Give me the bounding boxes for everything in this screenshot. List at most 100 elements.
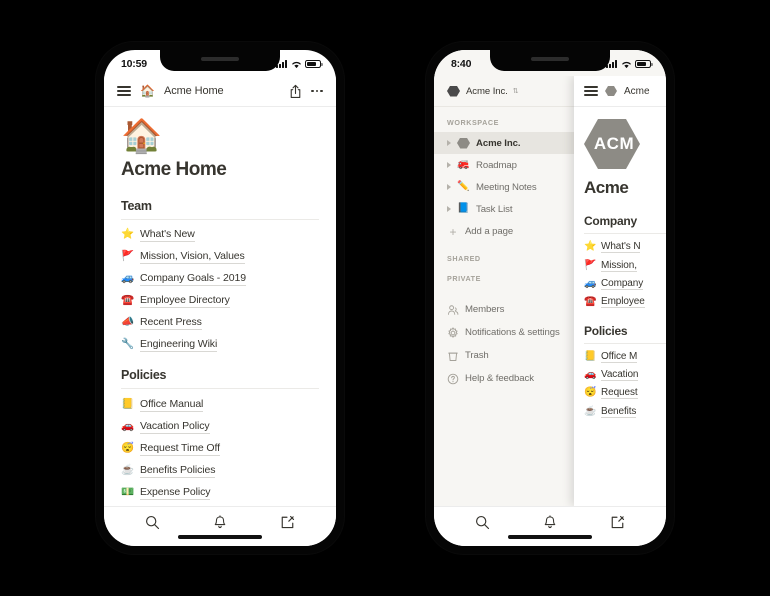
chevron-right-icon[interactable] [447,184,451,190]
list-item[interactable]: ☕ Benefits Policies [121,459,319,481]
page-title: Acme Home [121,158,227,180]
peeking-page-panel[interactable]: Acme ACM Acme Company ⭐ What's N 🚩 Missi… [574,76,666,506]
phone2-bottom-bar [434,506,666,546]
star-icon: ⭐ [121,228,135,241]
list-item[interactable]: 🚗 Vacation [584,366,666,384]
search-icon[interactable] [145,515,160,538]
telephone-icon: ☎️ [584,296,597,308]
phone1-screen: 10:59 🏠 Acme Home 🏠 Acme Home Team ⭐ Wha… [104,50,336,546]
list-item[interactable]: ☎️ Employee Directory [121,290,319,312]
hamburger-menu-icon[interactable] [117,86,131,96]
peek-section-spacer [584,312,666,324]
home-indicator [508,535,592,539]
status-time: 8:40 [451,58,472,70]
header-page-title: Acme Home [163,85,224,97]
sidebar-item-label: Trash [465,350,489,361]
list-item[interactable]: 🚩 Mission, [584,256,666,274]
car-icon: 🚗 [584,369,597,381]
status-icon-group [606,60,653,69]
telephone-icon: ☎️ [121,294,135,307]
list-item-label: Employee [601,296,645,309]
list-item-label: Employee Directory [140,293,230,309]
list-item-label: Request Time Off [140,441,220,456]
section-divider [121,388,319,390]
money-icon: 💵 [121,485,135,498]
share-icon[interactable] [289,84,302,99]
car-icon: 🚙 [584,277,597,289]
section-heading-team: Team [121,198,152,213]
list-item-label: What's N [601,241,641,254]
list-item[interactable]: ⭐ What's N [584,238,666,256]
list-item-label: Request [601,387,638,400]
status-time: 10:59 [121,58,147,70]
blue-book-icon: 📘 [457,203,470,214]
acme-hexagon-logo-icon [605,86,617,96]
sidebar-item-label: Roadmap [476,159,517,171]
sidebar-item-label: Task List [476,203,513,215]
peek-app-header: Acme [574,76,666,107]
megaphone-icon: 📣 [121,316,135,329]
phone2-drawer-area: Acme Inc. ⇅ WORKSPACE Acme Inc. 🚒 Roadma… [434,76,666,506]
list-item-label: Vacation [601,369,639,382]
phone1-page-body: 🏠 Acme Home Team ⭐ What's New 🚩 Mission,… [104,107,336,506]
home-indicator [178,535,262,539]
gear-icon [447,326,459,339]
more-options-icon[interactable] [311,89,323,93]
phone1-notch [160,50,280,71]
list-item[interactable]: 📣 Recent Press [121,311,319,333]
list-item-label: What's New [140,227,195,243]
phone2-screen: 8:40 Acme Inc. ⇅ WORKSPACE Acme Inc. 🚒 R… [434,50,666,546]
search-icon[interactable] [475,515,490,538]
list-item[interactable]: 💵 Expense Policy [121,481,319,503]
chevron-right-icon[interactable] [447,206,451,212]
list-item-label: Expense Policy [140,485,210,500]
team-link-list: ⭐ What's New 🚩 Mission, Vision, Values 🚙… [121,224,319,356]
status-icon-group [276,60,323,69]
chevron-right-icon[interactable] [447,140,451,146]
fire-engine-icon: 🚒 [457,159,470,170]
page-cover-emoji: 🏠 [121,117,163,154]
list-item[interactable]: ☎️ Employee [584,293,666,311]
list-item[interactable]: 📒 Office M [584,348,666,366]
list-item[interactable]: ☕ Benefits [584,403,666,421]
list-item-label: Recent Press [140,315,202,331]
acme-hexagon-logo-icon [457,137,470,149]
peek-page-body: ACM Acme Company ⭐ What's N 🚩 Mission, 🚙… [574,107,666,506]
speaker-grille [201,57,239,61]
flag-icon: 🚩 [584,259,597,271]
list-item-label: Company Goals - 2019 [140,271,246,287]
sidebar-item-label: Help & feedback [465,373,534,384]
list-item[interactable]: 📒 Office Manual [121,393,319,415]
pencil-icon: ✏️ [457,181,470,192]
wifi-icon [621,61,631,68]
chevron-right-icon[interactable] [447,162,451,168]
phone-device-1: 10:59 🏠 Acme Home 🏠 Acme Home Team ⭐ Wha… [96,42,344,554]
sidebar-item-label: Members [465,304,505,315]
acme-cover-logo: ACM [584,119,640,169]
list-item[interactable]: 🚗 Vacation Policy [121,415,319,437]
battery-icon [305,60,323,68]
list-item[interactable]: 🚙 Company [584,275,666,293]
list-item[interactable]: 😴 Request Time Off [121,437,319,459]
list-item[interactable]: 🔧 Engineering Wiki [121,333,319,355]
list-item-label: Mission, [601,259,637,272]
hamburger-menu-icon[interactable] [584,86,598,96]
car-icon: 🚗 [121,420,135,433]
wrench-icon: 🔧 [121,338,135,351]
phone2-notch [490,50,610,71]
car-icon: 🚙 [121,272,135,285]
sleeping-face-icon: 😴 [121,441,135,454]
list-item[interactable]: 😴 Request [584,384,666,402]
list-item[interactable]: 🚙 Company Goals - 2019 [121,268,319,290]
list-item-label: Engineering Wiki [140,337,217,352]
compose-icon[interactable] [280,515,295,538]
wifi-icon [291,61,301,68]
add-page-label: Add a page [465,226,514,237]
sidebar-item-label: Notifications & settings [465,327,560,338]
compose-icon[interactable] [610,515,625,538]
list-item[interactable]: ⭐ What's New [121,224,319,246]
list-item-label: Office Manual [140,397,203,412]
section-heading-policies: Policies [121,368,167,383]
list-item[interactable]: 🚩 Mission, Vision, Values [121,246,319,268]
